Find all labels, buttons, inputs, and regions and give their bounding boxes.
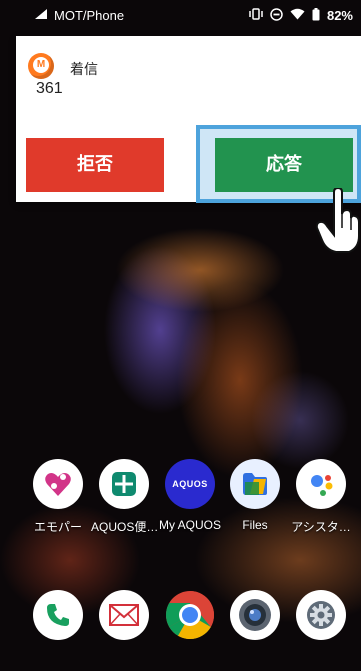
emopa-icon: [33, 459, 83, 509]
app-label: エモパー: [33, 520, 82, 534]
app-assistant[interactable]: アシスタ…: [288, 459, 354, 535]
home-apps-row: エモパー AQUOS便… AQUOS My AQUOS Files アシスタ…: [0, 459, 361, 549]
wifi-icon: [290, 8, 305, 22]
app-label: アシスタ…: [291, 520, 351, 534]
dock-camera[interactable]: [222, 590, 288, 640]
phone-app-icon: [28, 53, 54, 79]
battery-icon: [312, 7, 320, 23]
signal-icon: [34, 8, 48, 22]
hand-cursor-icon: [315, 186, 360, 254]
dock-mail[interactable]: [91, 590, 157, 640]
reject-button[interactable]: 拒否: [26, 138, 164, 192]
mail-icon: [99, 590, 149, 640]
call-type-label: 着信: [70, 62, 98, 78]
do-not-disturb-icon: [270, 7, 283, 23]
settings-icon: [296, 590, 346, 640]
dock-settings[interactable]: [288, 590, 354, 640]
dock-chrome[interactable]: [157, 590, 223, 640]
incoming-call-card: 着信 361 拒否 応答: [16, 36, 361, 203]
dock: [0, 590, 361, 660]
app-label: Files: [242, 518, 268, 532]
aquos-grid-icon: [99, 459, 149, 509]
app-files[interactable]: Files: [222, 459, 288, 532]
vibrate-icon: [249, 8, 263, 22]
app-my-aquos[interactable]: AQUOS My AQUOS: [157, 459, 223, 532]
camera-icon: [230, 590, 280, 640]
my-aquos-icon: AQUOS: [165, 459, 215, 509]
app-label: AQUOS便…: [91, 520, 157, 534]
dock-phone[interactable]: [25, 590, 91, 640]
status-bar: MOT/Phone 82%: [0, 0, 361, 30]
app-emopa[interactable]: エモパー: [25, 459, 91, 535]
battery-percent: 82%: [326, 7, 353, 23]
files-icon: [230, 459, 280, 509]
carrier-label: MOT/Phone: [54, 7, 125, 23]
phone-icon: [33, 590, 83, 640]
chrome-icon: [165, 590, 215, 640]
app-aquos-benri[interactable]: AQUOS便…: [91, 459, 157, 535]
app-label: My AQUOS: [158, 518, 221, 532]
assistant-icon: [296, 459, 346, 509]
caller-number: 361: [36, 80, 63, 97]
answer-button[interactable]: 応答: [215, 138, 353, 192]
